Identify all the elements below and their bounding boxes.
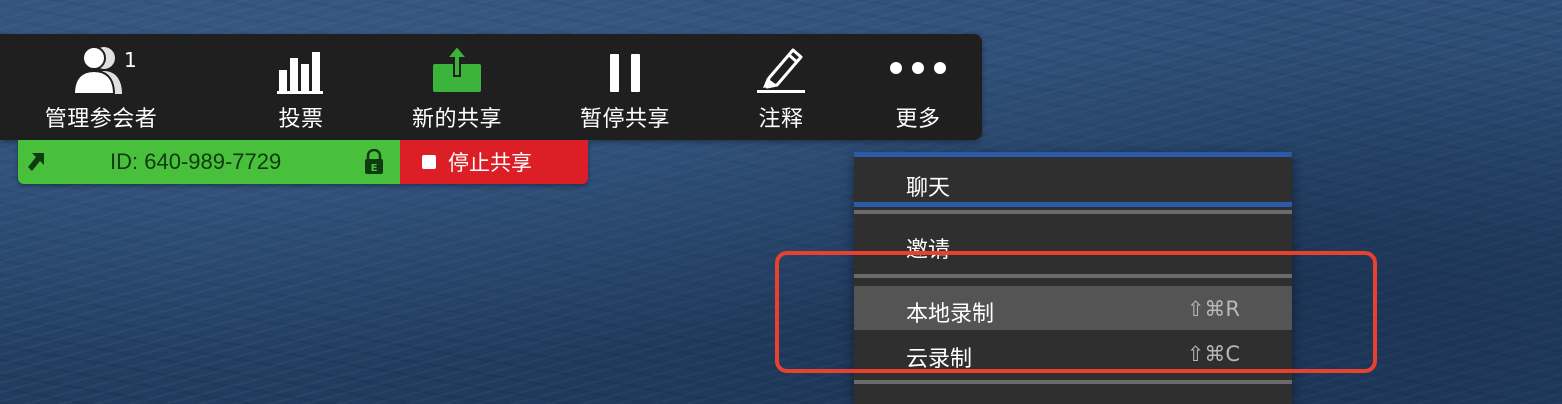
menu-divider xyxy=(854,380,1292,384)
menu-item-cloud-record-shortcut: ⇧⌘C xyxy=(1186,342,1240,366)
lock-icon: E xyxy=(364,148,384,179)
menu-divider xyxy=(854,210,1292,214)
polling-label: 投票 xyxy=(278,107,324,132)
meeting-id-section: ID: 640-989-7729 E xyxy=(18,140,400,184)
menu-item-cloud-record-label: 云录制 xyxy=(906,347,973,372)
pause-icon xyxy=(580,34,670,96)
menu-item-chat-label: 聊天 xyxy=(906,176,951,201)
participants-icon: 1 xyxy=(56,34,146,96)
annotate-button[interactable]: 注释 xyxy=(736,34,826,140)
meeting-status-bar: ID: 640-989-7729 E 停止共享 xyxy=(18,140,588,184)
manage-participants-button[interactable]: 1 管理参会者 xyxy=(45,34,157,140)
polling-button[interactable]: 投票 xyxy=(256,34,346,140)
pencil-icon xyxy=(736,34,826,96)
new-share-button[interactable]: 新的共享 xyxy=(412,34,502,140)
menu-selected-accent xyxy=(854,202,1292,207)
stop-square-icon xyxy=(422,155,436,169)
menu-item-local-record-shortcut: ⇧⌘R xyxy=(1186,297,1240,321)
more-label: 更多 xyxy=(895,107,941,132)
participant-count: 1 xyxy=(124,48,137,72)
menu-item-local-record-label: 本地录制 xyxy=(906,302,995,327)
more-dropdown-menu: 聊天 邀请 本地录制 ⇧⌘R 云录制 ⇧⌘C xyxy=(854,152,1292,404)
pause-share-label: 暂停共享 xyxy=(580,107,671,132)
new-share-label: 新的共享 xyxy=(412,107,503,132)
stop-share-button[interactable]: 停止共享 xyxy=(400,140,588,184)
share-screen-icon xyxy=(412,34,502,96)
manage-participants-label: 管理参会者 xyxy=(44,107,158,132)
menu-item-chat[interactable]: 聊天 xyxy=(854,157,1292,205)
meeting-toolbar: 1 管理参会者 投票 新的共享 暂停共享 注释 更多 xyxy=(0,34,982,140)
menu-item-invite[interactable]: 邀请 xyxy=(854,218,1292,270)
menu-divider xyxy=(854,274,1292,278)
share-arrow-icon xyxy=(26,149,52,179)
svg-text:E: E xyxy=(371,163,378,174)
menu-item-invite-label: 邀请 xyxy=(906,238,951,263)
menu-item-local-record[interactable]: 本地录制 ⇧⌘R xyxy=(854,286,1292,330)
pause-share-button[interactable]: 暂停共享 xyxy=(580,34,670,140)
more-button[interactable]: 更多 xyxy=(873,34,963,140)
more-dots-icon xyxy=(873,34,963,96)
bar-chart-icon xyxy=(256,34,346,96)
annotate-label: 注释 xyxy=(758,107,804,132)
menu-item-cloud-record[interactable]: 云录制 ⇧⌘C xyxy=(854,332,1292,376)
stop-share-label: 停止共享 xyxy=(448,151,532,175)
meeting-id-text: ID: 640-989-7729 xyxy=(110,149,282,174)
